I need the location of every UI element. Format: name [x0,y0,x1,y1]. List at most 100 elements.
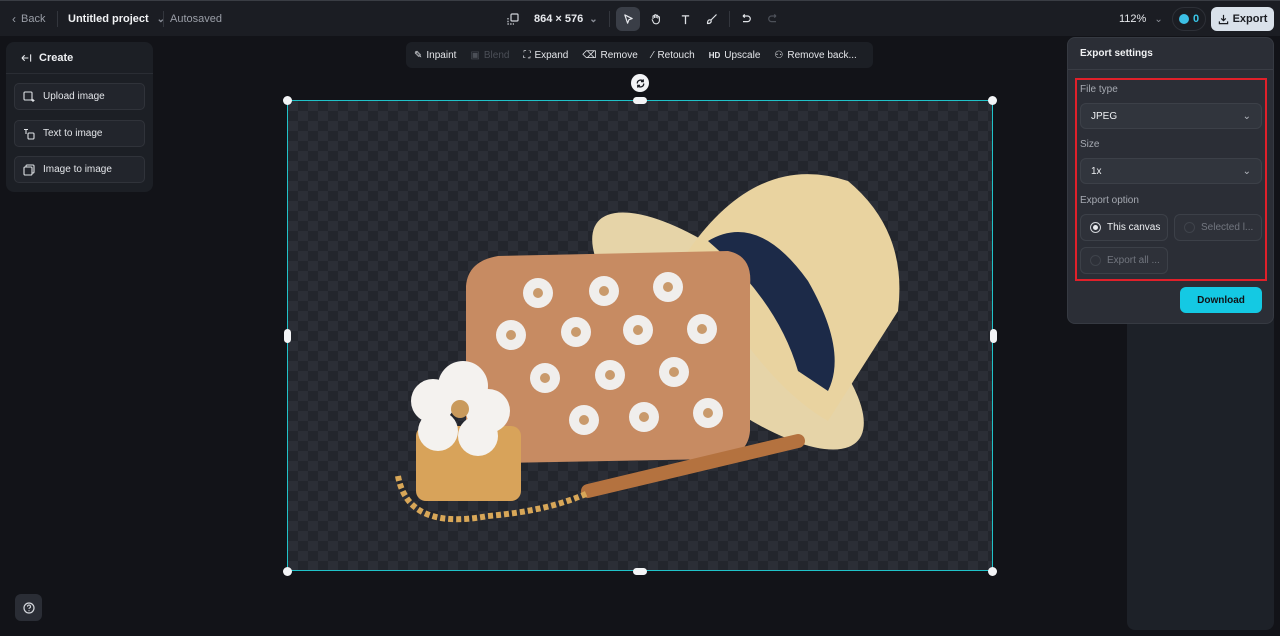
text-icon [681,14,689,24]
text-to-image-label: Text to image [43,128,103,139]
export-settings-title: Export settings [1068,38,1273,70]
rotate-icon [636,78,644,88]
text-to-image-icon [24,128,35,140]
create-panel-header[interactable]: Create [6,42,153,74]
inpaint-label: Inpaint [426,49,457,61]
upscale-button[interactable]: HD Upscale [709,50,761,61]
magic-wand-icon: ⁄ [651,49,654,61]
export-button[interactable]: Export [1211,7,1274,31]
chevron-down-icon: ⌄ [1154,13,1163,25]
rotate-handle[interactable] [631,74,649,92]
export-label: Export [1232,13,1268,25]
expand-button[interactable]: ⛶ Expand [523,50,568,61]
inpaint-icon: ✎ [414,49,423,61]
brush-icon [706,14,717,25]
back-label: Back [21,13,46,25]
cursor-icon [623,13,633,24]
credits-icon [1178,14,1189,24]
resize-handle-bottom-right[interactable] [988,567,997,576]
canvas-selection[interactable] [287,100,993,571]
undo-icon [742,13,751,23]
download-icon [1218,14,1228,24]
remove-background-label: Remove back... [787,49,857,61]
file-type-label: File type [1080,84,1118,95]
expand-icon: ⛶ [523,49,531,61]
help-button[interactable] [15,594,42,621]
blend-label: Blend [483,49,510,61]
remove-background-button[interactable]: ⚇ Remove back... [774,50,856,61]
size-label: Size [1080,139,1100,150]
inpaint-button[interactable]: ✎ Inpaint [414,50,456,61]
blend-button[interactable]: ▣ Blend [470,50,509,61]
upload-image-icon [23,90,35,102]
credits-count: 0 [1192,13,1200,25]
chevron-down-icon: ⌄ [1242,165,1251,177]
option-this-canvas[interactable]: This canvas [1080,214,1168,241]
eraser-icon: ⌫ [582,49,597,61]
resize-handle-bottom[interactable] [633,568,647,575]
image-to-image-icon [23,163,35,176]
back-button[interactable]: ‹ Back [12,1,45,37]
hand-icon [651,14,660,25]
canvas-size-dropdown[interactable]: 864 × 576 ⌄ [534,1,598,37]
resize-canvas-icon[interactable] [507,1,521,37]
chevron-left-icon: ‹ [12,12,16,26]
retouch-label: Retouch [657,49,695,61]
size-value: 1x [1091,165,1102,177]
option-export-all[interactable]: Export all ... [1080,247,1168,274]
file-type-select[interactable]: JPEG ⌄ [1080,103,1262,129]
resize-handle-top-right[interactable] [988,96,997,105]
upload-image-label: Upload image [43,91,105,102]
create-panel: Create Upload image Text to image Image … [6,42,153,192]
option-selected-layers[interactable]: Selected l... [1174,214,1262,241]
divider [609,11,610,27]
top-bar: ‹ Back Untitled project ⌄ Autosaved 864 … [0,0,1280,36]
credits-badge[interactable]: 0 [1172,7,1206,31]
export-option-label: Export option [1080,195,1139,206]
text-tool-button[interactable] [673,7,697,31]
create-title: Create [39,51,74,64]
image-to-image-button[interactable]: Image to image [14,156,145,183]
project-title-dropdown[interactable]: Untitled project ⌄ [68,1,165,37]
zoom-dropdown[interactable]: 112% ⌄ [1119,1,1163,37]
resize-handle-right[interactable] [990,329,997,343]
text-to-image-button[interactable]: Text to image [14,120,145,147]
retouch-button[interactable]: ⁄ Retouch [652,50,695,61]
zoom-level: 112% [1119,13,1147,25]
select-tool-button[interactable] [616,7,640,31]
redo-button[interactable] [761,7,785,31]
brush-tool-button[interactable] [700,7,724,31]
export-settings-panel: Export settings File type JPEG ⌄ Size 1x… [1067,37,1274,324]
project-title: Untitled project [68,13,149,25]
image-to-image-label: Image to image [43,164,112,175]
option-label: This canvas [1107,222,1161,233]
option-label: Export all ... [1107,255,1160,266]
undo-button[interactable] [734,7,758,31]
resize-handle-bottom-left[interactable] [283,567,292,576]
remove-button[interactable]: ⌫ Remove [582,50,637,61]
upscale-label: Upscale [724,49,761,61]
radio-icon [1184,222,1195,233]
expand-label: Expand [534,49,569,61]
divider [729,11,730,27]
upload-image-button[interactable]: Upload image [14,83,145,110]
remove-label: Remove [600,49,638,61]
resize-handle-left[interactable] [284,329,291,343]
hand-tool-button[interactable] [644,7,668,31]
radio-selected-icon [1090,222,1101,233]
file-type-value: JPEG [1091,110,1118,122]
resize-handle-top-left[interactable] [283,96,292,105]
remove-background-icon: ⚇ [774,49,784,61]
save-status: Autosaved [170,13,222,25]
edit-toolbar: ✎ Inpaint ▣ Blend ⛶ Expand ⌫ Remove ⁄ Re… [406,42,873,68]
size-select[interactable]: 1x ⌄ [1080,158,1262,184]
redo-icon [768,13,777,23]
divider [163,11,164,27]
chevron-down-icon: ⌄ [589,13,598,25]
help-icon [22,601,35,614]
canvas-image [395,174,900,523]
canvas-size: 864 × 576 [534,13,584,25]
resize-handle-top[interactable] [633,97,647,104]
download-button[interactable]: Download [1180,287,1262,313]
hd-icon: HD [708,50,721,60]
